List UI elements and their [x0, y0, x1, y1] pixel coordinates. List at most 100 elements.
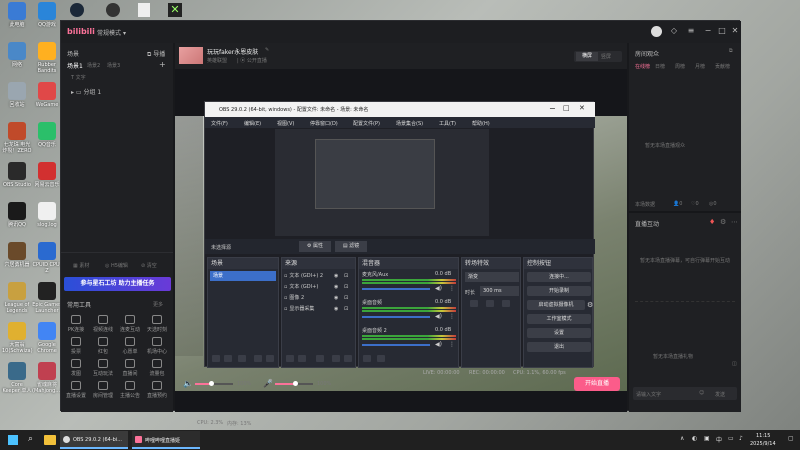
obs-control-button[interactable]: 开始录制: [527, 286, 591, 296]
tool-item[interactable]: 视频连线: [92, 315, 114, 333]
steam-desktop-icon[interactable]: [70, 3, 84, 17]
speaker-icon[interactable]: 🔈: [183, 379, 193, 388]
obs-control-button[interactable]: 工作室模式: [527, 314, 591, 324]
rank-tab[interactable]: 月榜: [695, 63, 705, 70]
avatar[interactable]: [651, 26, 662, 37]
volume-icon[interactable]: ♪: [739, 435, 743, 442]
obs-remove-scene-icon[interactable]: [224, 355, 232, 362]
desktop-icon[interactable]: 穴居勇机器: [2, 242, 32, 268]
desktop-icon[interactable]: QQ游戏: [32, 2, 62, 28]
rank-tab[interactable]: 贡献榜: [715, 63, 730, 70]
desktop-icon[interactable]: League of Legends: [2, 282, 32, 314]
desktop-icon[interactable]: 网易云音乐: [32, 162, 62, 188]
obs-mixer-menu-icon[interactable]: [377, 355, 385, 362]
tool-item[interactable]: 天选时刻: [146, 315, 168, 333]
desktop-icon[interactable]: 网络: [2, 42, 32, 68]
obs-maximize-icon[interactable]: □: [563, 104, 570, 112]
obs-duration-input[interactable]: 300 ms: [480, 286, 519, 296]
rank-tab[interactable]: 日榜: [655, 63, 665, 70]
obs-transition-menu-icon[interactable]: [502, 300, 510, 307]
desktop-icon[interactable]: 七龙珠 电光炸裂！ZERO: [2, 122, 32, 154]
scene-tab-2[interactable]: 场景2: [87, 62, 100, 69]
add-scene-icon[interactable]: +: [159, 60, 166, 69]
tool-item[interactable]: 直播预约: [146, 381, 168, 399]
expand-icon[interactable]: ◫: [732, 361, 737, 367]
stream-cover[interactable]: [179, 47, 203, 64]
obs-mute-icon[interactable]: ◀): [435, 341, 442, 348]
group-item[interactable]: ▸ ▭ 分组 1: [71, 87, 101, 96]
emoji-icon[interactable]: ☺: [699, 390, 704, 396]
clear-button[interactable]: ⊘ 清空: [141, 262, 157, 269]
promo-banner[interactable]: 参与星石工坊 助力主播任务: [64, 277, 171, 291]
obs-volume-slider[interactable]: [362, 288, 430, 290]
desktop-icon[interactable]: 腾讯QQ: [2, 202, 32, 228]
tool-item[interactable]: 机场中心: [146, 337, 168, 355]
obs-control-button[interactable]: 连接中...: [527, 272, 591, 282]
tray-icon-1[interactable]: ◐: [692, 435, 697, 442]
eye-icon[interactable]: ◉: [334, 282, 338, 292]
tool-item[interactable]: 连麦互动: [119, 315, 141, 333]
obs-virtual-cam-settings-icon[interactable]: ⚙: [587, 301, 593, 309]
obs-channel-menu-icon[interactable]: ⋮: [449, 341, 455, 348]
tray-chevron-icon[interactable]: ∧: [680, 435, 684, 442]
minimize-icon[interactable]: −: [703, 26, 713, 36]
obs-transition-select[interactable]: 渐变: [465, 272, 519, 282]
more-icon[interactable]: ⋯: [731, 218, 738, 226]
obs-menu-item[interactable]: 帮助(H): [472, 120, 490, 127]
source-item[interactable]: T 文字: [71, 74, 86, 81]
file-explorer-icon[interactable]: [44, 435, 56, 445]
obs-menu-item[interactable]: 编辑(E): [244, 120, 261, 127]
obs-menu-item[interactable]: 工具(T): [439, 120, 456, 127]
file-desktop-icon[interactable]: [138, 3, 150, 17]
obs-remove-transition-icon[interactable]: [486, 300, 494, 307]
game-category[interactable]: 英雄联盟: [207, 57, 227, 64]
bilibili-desktop-icon[interactable]: ✕: [168, 3, 182, 17]
scene-tab-1[interactable]: 场景1: [67, 61, 83, 70]
rank-tab[interactable]: 周榜: [675, 63, 685, 70]
start-icon[interactable]: [8, 435, 18, 445]
mic-icon[interactable]: 🎤: [263, 379, 273, 388]
obs-scene-item[interactable]: 场景: [210, 271, 276, 281]
obs-source-item[interactable]: ▫ 文本 (GDI+) 2 ◉ ⊡: [284, 271, 354, 281]
desktop-icon[interactable]: slog.log: [32, 202, 62, 228]
obs-add-source-icon[interactable]: [286, 355, 294, 362]
obs-channel-menu-icon[interactable]: ⋮: [449, 313, 455, 320]
obs-source-config-icon[interactable]: [316, 355, 324, 362]
clock-date[interactable]: 2025/9/14: [750, 441, 776, 447]
desktop-icon[interactable]: WeGame: [32, 82, 62, 108]
obs-scene-down-icon[interactable]: [266, 355, 274, 362]
chat-input[interactable]: 请输入文字 ☺ 发送: [633, 387, 737, 400]
obs-menu-item[interactable]: 场景集合(S): [396, 120, 423, 127]
network-icon[interactable]: ▭: [728, 435, 734, 442]
speaker-volume-slider[interactable]: [195, 381, 233, 386]
obs-menu-item[interactable]: 配置文件(P): [353, 120, 380, 127]
eye-icon[interactable]: ◉: [334, 304, 338, 314]
desktop-icon[interactable]: Core Keeper 单人: [2, 362, 32, 394]
tool-item[interactable]: 直播设置: [65, 381, 87, 399]
obs-control-button[interactable]: 设置: [527, 328, 591, 338]
obs-mixer-link-icon[interactable]: [363, 355, 371, 362]
obs-minimize-icon[interactable]: −: [549, 104, 556, 113]
obs-source-item[interactable]: ▫ 显示器采集 ◉ ⊡: [284, 304, 354, 314]
more-tools-link[interactable]: 更多: [153, 301, 163, 308]
obs-add-transition-icon[interactable]: [470, 300, 478, 307]
tab-landscape[interactable]: 横屏: [576, 52, 598, 61]
eye-icon[interactable]: ◉: [334, 271, 338, 281]
notification-center-icon[interactable]: ▢: [788, 435, 794, 442]
tool-item[interactable]: 投票: [65, 337, 87, 355]
eye-icon[interactable]: ◉: [334, 293, 338, 303]
desktop-icon[interactable]: 此电脑: [2, 2, 32, 28]
import-button[interactable]: ⧉ 导播: [147, 49, 165, 59]
gift-icon[interactable]: ♦: [709, 218, 715, 226]
tool-item[interactable]: 房间管理: [92, 381, 114, 399]
desktop-icon[interactable]: Google Chrome: [32, 322, 62, 354]
obs-scene-config-icon[interactable]: [238, 355, 246, 362]
taskbar-item-obs[interactable]: OBS 29.0.2 (64-bi...: [60, 431, 128, 449]
desktop-icon[interactable]: OBS Studio: [2, 162, 32, 188]
material-button[interactable]: ▦ 素材: [73, 262, 89, 269]
obs-channel-menu-icon[interactable]: ⋮: [449, 285, 455, 292]
tool-item[interactable]: 红包: [92, 337, 114, 355]
logitech-desktop-icon[interactable]: [106, 3, 120, 17]
obs-mute-icon[interactable]: ◀): [435, 313, 442, 320]
obs-properties-button[interactable]: ⚙ 属性: [299, 241, 331, 252]
